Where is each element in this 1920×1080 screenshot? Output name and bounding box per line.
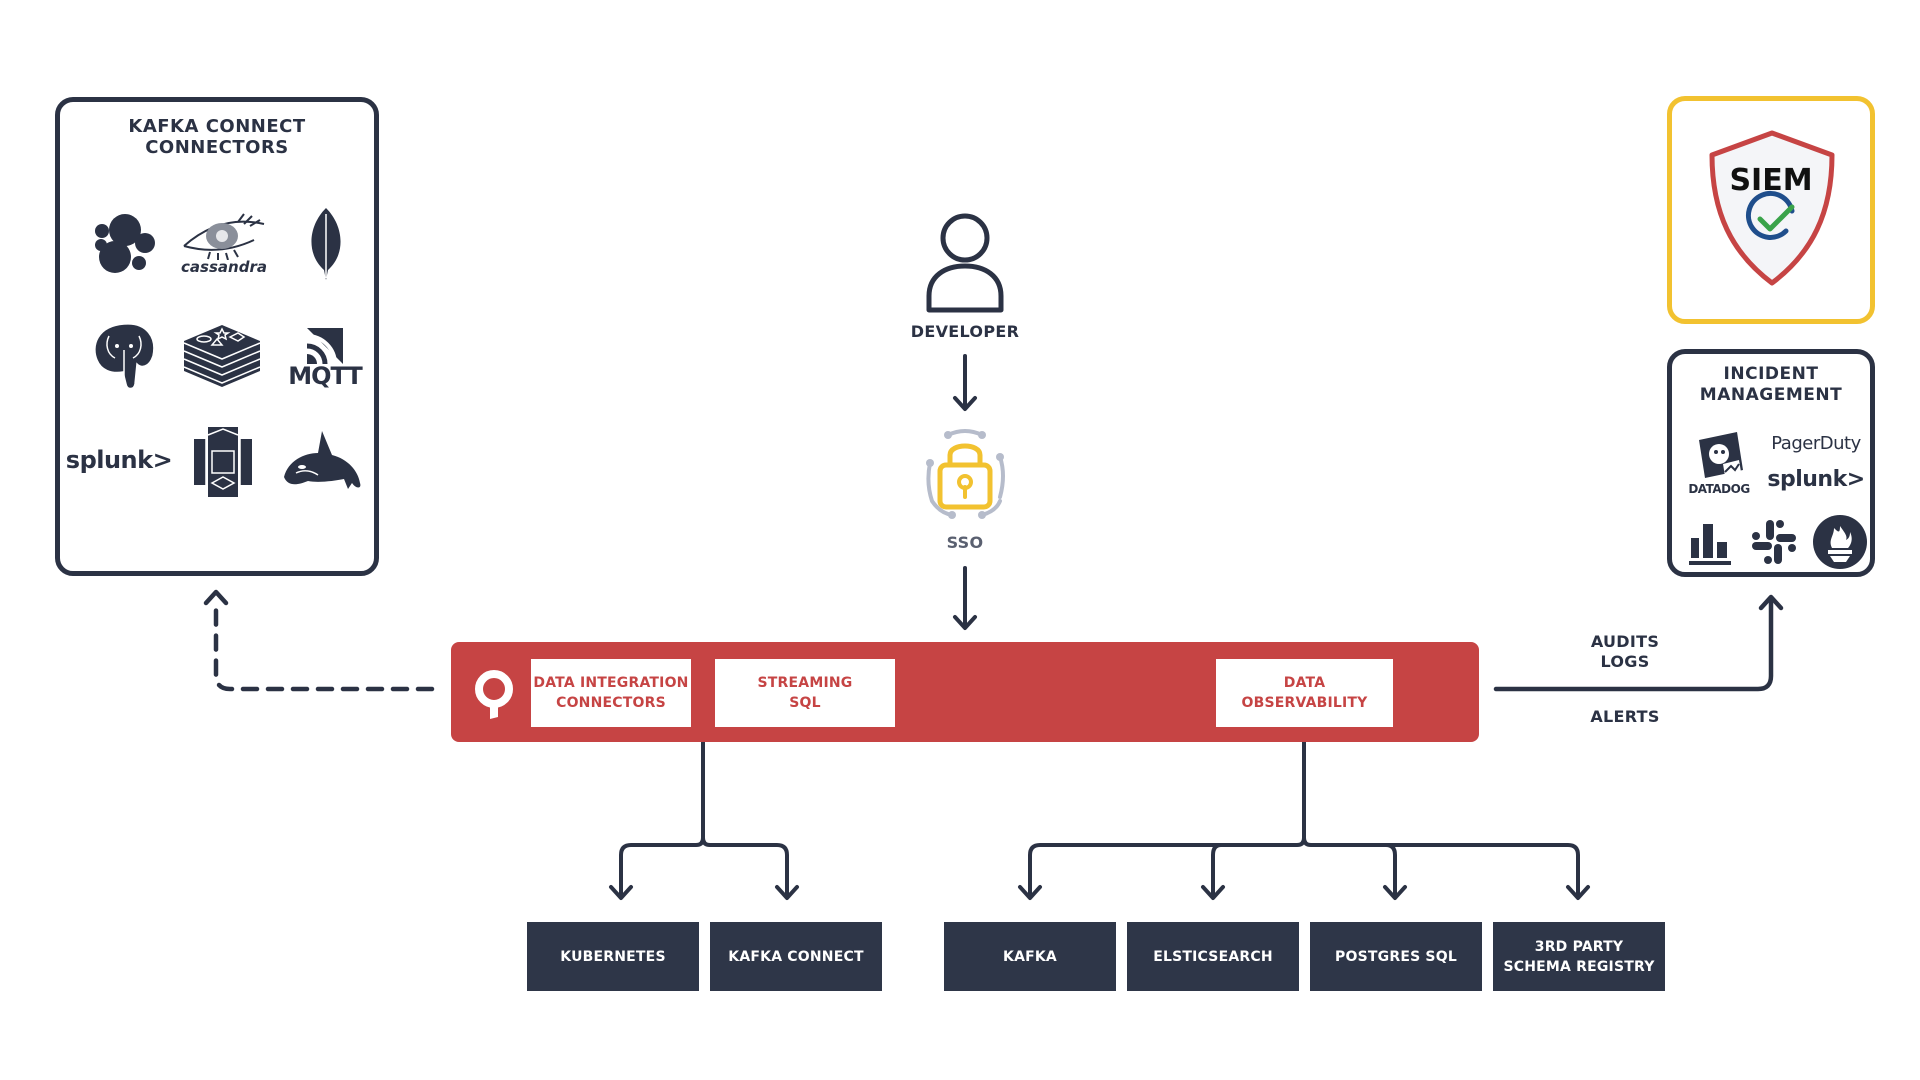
orca-whale-icon <box>274 418 370 502</box>
target-postgres-sql[interactable]: POSTGRES SQL <box>1310 922 1482 991</box>
elasticsearch-icon <box>84 204 164 284</box>
slack-icon <box>1746 514 1802 570</box>
incident-management-panel: INCIDENT MANAGEMENT DATADOG PagerDuty sp… <box>1667 349 1875 577</box>
user-icon <box>915 210 1015 320</box>
cassandra-wordmark: cassandra <box>181 258 267 276</box>
splunk-logo: splunk> <box>1764 462 1868 496</box>
platform-to-connectors-dashed-arrow <box>203 589 435 692</box>
connectors-panel: KAFKA CONNECT CONNECTORS cassandra MQTT … <box>55 97 379 576</box>
mqtt-logo: MQTT <box>282 312 368 400</box>
splunk-wordmark: splunk> <box>1767 466 1865 492</box>
siem-panel: SIEM <box>1667 96 1875 324</box>
redis-stack-icon <box>172 314 272 398</box>
amazon-s3-icon <box>180 420 266 504</box>
incident-panel-title: INCIDENT MANAGEMENT <box>1699 364 1843 405</box>
datadog-wordmark: DATADOG <box>1688 482 1750 496</box>
module-data-integration-connectors[interactable]: DATA INTEGRATION CONNECTORS <box>531 659 691 727</box>
bar-chart-icon <box>1682 514 1738 570</box>
pagerduty-wordmark: PagerDuty <box>1771 432 1861 454</box>
cassandra-logo: cassandra <box>174 202 274 286</box>
siem-label: SIEM <box>1729 163 1813 198</box>
sso-to-platform-arrow <box>953 566 977 630</box>
target-kubernetes[interactable]: KUBERNETES <box>527 922 699 991</box>
prometheus-icon <box>1810 512 1870 572</box>
audits-logs-label: AUDITS LOGS <box>1590 632 1660 671</box>
padlock-icon <box>920 425 1010 525</box>
lenses-logo-icon <box>470 665 520 725</box>
alerts-label: ALERTS <box>1590 707 1660 726</box>
developer-label: DEVELOPER <box>910 322 1020 341</box>
target-kafka[interactable]: KAFKA <box>944 922 1116 991</box>
sso-label: SSO <box>946 533 984 552</box>
connectors-panel-title: KAFKA CONNECT CONNECTORS <box>128 116 306 158</box>
observability-tree-arrows <box>1018 718 1590 900</box>
mqtt-wordmark: MQTT <box>288 362 363 390</box>
developer-to-sso-arrow <box>953 354 977 411</box>
pagerduty-logo: PagerDuty <box>1764 428 1868 458</box>
shield-check-icon <box>1702 123 1842 303</box>
integration-tree-arrows <box>609 718 799 900</box>
splunk-wordmark: splunk> <box>65 446 173 474</box>
target-kafka-connect[interactable]: KAFKA CONNECT <box>710 922 882 991</box>
target-elasticsearch[interactable]: ELSTICSEARCH <box>1127 922 1299 991</box>
module-data-observability[interactable]: DATA OBSERVABILITY <box>1216 659 1393 727</box>
mongodb-leaf-icon <box>286 202 366 286</box>
datadog-logo: DATADOG <box>1682 426 1756 500</box>
target-schema-registry[interactable]: 3RD PARTY SCHEMA REGISTRY <box>1493 922 1665 991</box>
postgresql-elephant-icon <box>80 312 168 400</box>
module-streaming-sql[interactable]: STREAMING SQL <box>715 659 895 727</box>
splunk-logo: splunk> <box>64 430 174 490</box>
